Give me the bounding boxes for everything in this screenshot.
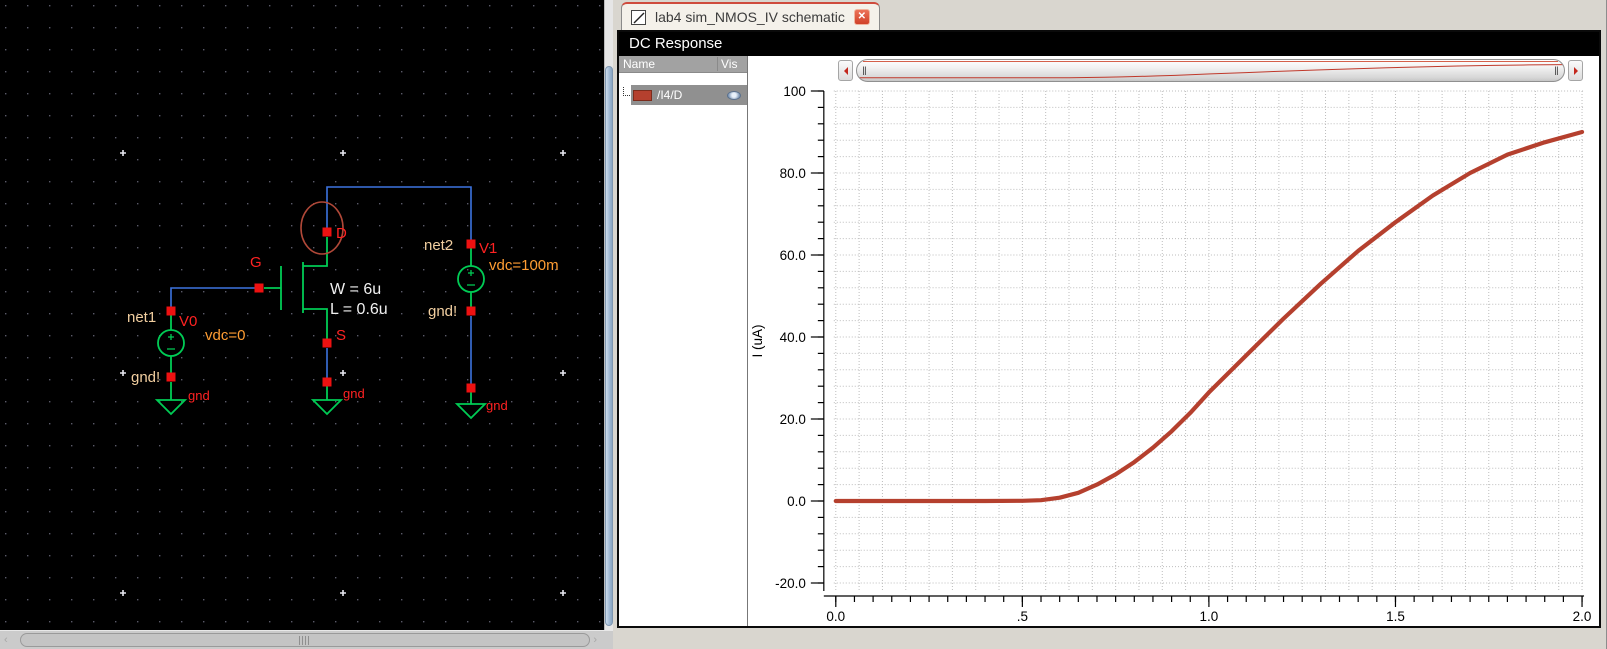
dc-response-panel: DC Response Name Vis /I4/D ‖ ‖ 100 80.0 … — [617, 30, 1601, 628]
schematic-window: G D S W = 6u L = 0.6u gnd net1 V0 vdc=0 … — [0, 0, 613, 649]
tree-branch-icon — [619, 85, 631, 105]
y-axis-title: I (uA) — [750, 325, 765, 358]
pin-right-gnd[interactable] — [466, 383, 476, 393]
y-tick-label: -20.0 — [775, 576, 806, 591]
column-name: Name — [623, 57, 656, 71]
x-tick-label: 0.0 — [826, 609, 845, 624]
v0-instance-label: V0 — [179, 313, 197, 330]
signal-tree-header: Name Vis — [619, 56, 747, 73]
y-tick-label: 0.0 — [787, 494, 806, 509]
pin-mid-gnd[interactable] — [322, 377, 332, 387]
y-tick-label: 100 — [783, 84, 805, 99]
slider-right-arrow-button[interactable] — [1568, 60, 1583, 81]
pin-source[interactable] — [322, 338, 332, 348]
pin-v0-gnd[interactable] — [166, 372, 176, 382]
plot-area: ‖ ‖ 100 80.0 60.0 40.0 20.0 0.0 -20.0 0.0.5 1.0 1… — [748, 56, 1599, 626]
tab-close-button[interactable]: ✕ — [853, 9, 870, 25]
scrollbar-grip-icon — [299, 636, 311, 645]
gate-label: G — [250, 254, 262, 271]
signal-tree-panel: Name Vis /I4/D — [619, 56, 748, 626]
v1-gnd-label: gnd — [486, 398, 508, 413]
slider-left-arrow-button[interactable] — [838, 60, 853, 81]
tab-lab4-sim-nmos-iv[interactable]: lab4 sim_NMOS_IV schematic ✕ — [621, 2, 880, 30]
net1-label: net1 — [127, 309, 156, 326]
pin-net2[interactable] — [466, 239, 476, 249]
net2-label: net2 — [424, 237, 453, 254]
signal-row[interactable]: /I4/D — [619, 85, 747, 105]
schematic-doc-icon — [631, 9, 646, 25]
schematic-horizontal-scrollbar[interactable]: ‹ › — [0, 630, 613, 649]
mosfet-width-annotation: W = 6u — [330, 281, 381, 298]
v1-instance-label: V1 — [479, 240, 497, 257]
pin-gate[interactable] — [254, 283, 264, 293]
mid-gnd-label: gnd — [343, 386, 365, 401]
drain-label: D — [336, 225, 347, 242]
y-tick-label: 40.0 — [780, 330, 806, 345]
v1-gnd-net-label: gnd! — [428, 303, 457, 320]
scroll-right-arrow-icon[interactable]: › — [593, 633, 597, 647]
overview-trace — [857, 60, 1564, 81]
y-tick-label: 60.0 — [780, 248, 806, 263]
column-vis: Vis — [717, 57, 747, 71]
trace-color-swatch — [633, 89, 652, 101]
slider-grip-left-icon[interactable]: ‖ — [862, 63, 867, 79]
x-tick-label: 2.0 — [1573, 609, 1592, 624]
plot-title: DC Response — [629, 35, 723, 52]
tab-bar: lab4 sim_NMOS_IV schematic ✕ — [613, 0, 1606, 30]
x-tick-label: 1.5 — [1386, 609, 1405, 624]
x-range-slider[interactable]: ‖ ‖ — [838, 59, 1583, 82]
slider-grip-right-icon[interactable]: ‖ — [1554, 63, 1559, 79]
v0-gnd-net-label: gnd! — [131, 369, 160, 386]
signal-name: /I4/D — [657, 88, 683, 102]
pin-net1[interactable] — [166, 306, 176, 316]
desktop: G D S W = 6u L = 0.6u gnd net1 V0 vdc=0 … — [0, 0, 1607, 649]
x-range-slider-thumb[interactable]: ‖ ‖ — [856, 59, 1565, 82]
source-label: S — [336, 327, 346, 344]
v0-gnd-label: gnd — [188, 388, 210, 403]
v1-param-label: vdc=100m — [489, 257, 559, 274]
waveform-window: lab4 sim_NMOS_IV schematic ✕ DC Response… — [613, 0, 1607, 649]
y-tick-label: 20.0 — [780, 412, 806, 427]
scroll-left-arrow-icon[interactable]: ‹ — [4, 633, 8, 647]
v0-param-label: vdc=0 — [205, 327, 245, 344]
pin-drain[interactable] — [322, 227, 332, 237]
right-arrow-icon — [1573, 66, 1582, 75]
schematic-horizontal-scrollbar-thumb[interactable] — [20, 633, 590, 647]
visibility-eye-icon[interactable] — [727, 90, 741, 100]
x-tick-label: .5 — [1017, 609, 1028, 624]
mosfet-length-annotation: L = 0.6u — [330, 301, 388, 318]
schematic-vertical-scrollbar-thumb[interactable] — [605, 66, 613, 626]
tab-title: lab4 sim_NMOS_IV schematic — [655, 9, 845, 25]
plot-title-bar: DC Response — [619, 32, 1599, 56]
pin-v1-gnd[interactable] — [466, 306, 476, 316]
plot-canvas[interactable]: 100 80.0 60.0 40.0 20.0 0.0 -20.0 0.0 .5 1.0 1.5 2.… — [748, 56, 1599, 626]
schematic-grid-marks — [0, 0, 604, 630]
left-arrow-icon — [840, 66, 848, 75]
y-tick-label: 80.0 — [780, 166, 806, 181]
schematic-canvas[interactable]: G D S W = 6u L = 0.6u gnd net1 V0 vdc=0 … — [0, 0, 604, 630]
x-tick-label: 1.0 — [1200, 609, 1219, 624]
schematic-vertical-scrollbar[interactable] — [604, 0, 613, 630]
